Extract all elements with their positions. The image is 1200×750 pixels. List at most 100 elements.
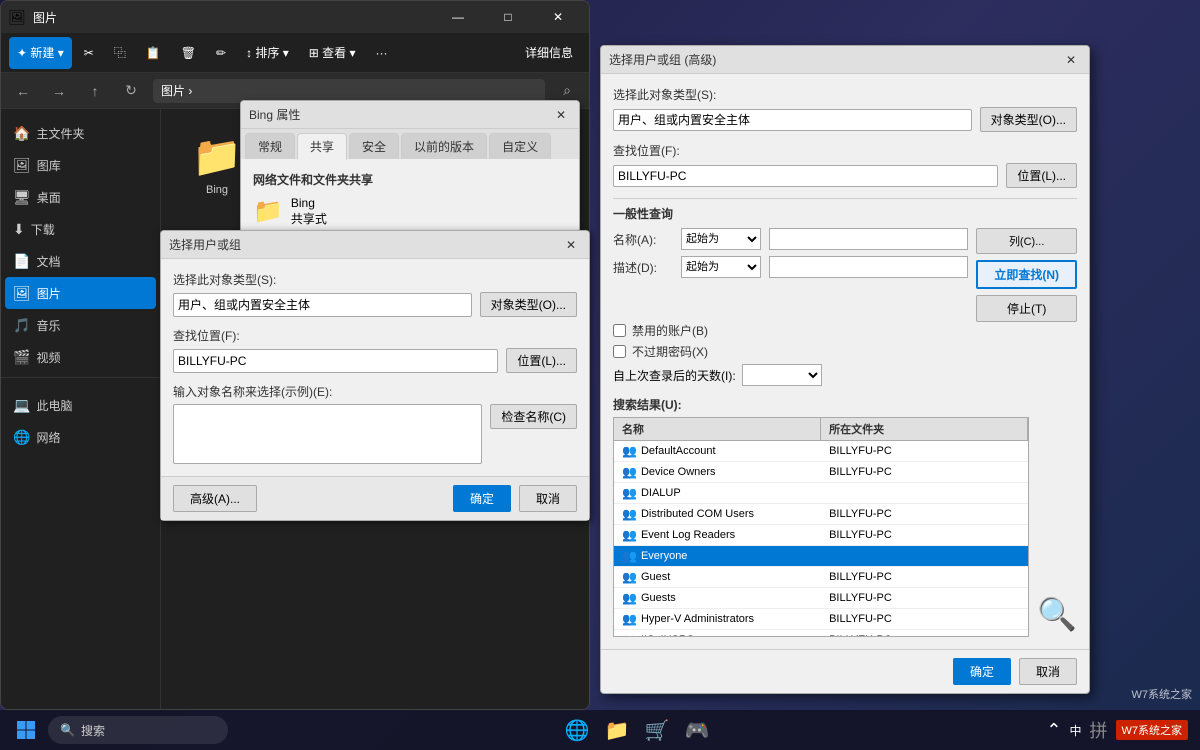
taskbar-pinyin-icon[interactable]: 拼 (1090, 717, 1108, 743)
sidebar-item-home[interactable]: 🏠 主文件夹 (5, 117, 156, 149)
sidebar-item-videos[interactable]: 🎬 视频 (5, 341, 156, 373)
taskbar-search-box[interactable]: 🔍 搜索 (48, 716, 228, 744)
adv-ok-button[interactable]: 确定 (953, 658, 1011, 685)
back-button[interactable]: ← (9, 77, 37, 105)
tab-customize[interactable]: 自定义 (489, 133, 551, 159)
taskbar-app-store[interactable]: 🛒 (639, 712, 675, 748)
columns-button[interactable]: 列(C)... (976, 228, 1077, 254)
obj-type-input[interactable] (173, 293, 472, 317)
group-icon-8: 👥 (622, 612, 637, 626)
sidebar-item-thispc[interactable]: 💻 此电脑 (5, 389, 156, 421)
result-row-5[interactable]: 👥 Everyone (614, 546, 1028, 567)
ok-button[interactable]: 确定 (453, 485, 511, 512)
adv-obj-type-input[interactable] (613, 109, 972, 131)
general-query-section: 一般性查询 名称(A): 起始为 描述(D): (613, 205, 1077, 386)
check-names-button[interactable]: 检查名称(C) (490, 404, 577, 429)
new-button[interactable]: ✦ 新建 ▾ (9, 37, 72, 69)
up-button[interactable]: ↑ (81, 77, 109, 105)
home-icon: 🏠 (13, 125, 30, 142)
bing-dialog-close[interactable]: ✕ (551, 105, 571, 125)
sidebar-item-network[interactable]: 🌐 网络 (5, 421, 156, 453)
adv-location-input[interactable] (613, 165, 998, 187)
name-filter-input[interactable] (769, 228, 968, 250)
desc-filter-select[interactable]: 起始为 (681, 256, 761, 278)
adv-location-button[interactable]: 位置(L)... (1006, 163, 1077, 188)
result-row-2[interactable]: 👥 DIALUP (614, 483, 1028, 504)
result-name-0: 👥 DefaultAccount (614, 441, 821, 461)
result-row-9[interactable]: 👥 IIS_IUSRS BILLYFU-PC (614, 630, 1028, 637)
disabled-accounts-checkbox[interactable] (613, 324, 626, 337)
result-row-1[interactable]: 👥 Device Owners BILLYFU-PC (614, 462, 1028, 483)
taskbar-app-game[interactable]: 🎮 (679, 712, 715, 748)
bing-properties-dialog: Bing 属性 ✕ 常规 共享 安全 以前的版本 自定义 网络文件和文件夹共享 … (240, 100, 580, 248)
delete-button[interactable]: 🗑 (173, 37, 204, 69)
advanced-dialog-footer: 确定 取消 (601, 649, 1089, 693)
result-row-7[interactable]: 👥 Guests BILLYFU-PC (614, 588, 1028, 609)
close-button[interactable]: ✕ (535, 1, 581, 33)
explorer-toolbar: ✦ 新建 ▾ ✂ ⿻ 📋 🗑 ✏ ↕ 排序 ▾ ⊞ 查看 ▾ ··· 详细信息 (1, 33, 589, 73)
no-expire-password-checkbox[interactable] (613, 345, 626, 358)
advanced-button[interactable]: 高级(A)... (173, 485, 257, 512)
tab-share[interactable]: 共享 (297, 133, 347, 160)
result-row-3[interactable]: 👥 Distributed COM Users BILLYFU-PC (614, 504, 1028, 525)
view-button[interactable]: ⊞ 查看 ▾ (301, 37, 364, 69)
results-col-folder: 所在文件夹 (821, 418, 1028, 440)
search-now-button[interactable]: 立即查找(N) (976, 260, 1077, 289)
sidebar-item-documents[interactable]: 📄 文档 (5, 245, 156, 277)
network-icon: 🌐 (13, 429, 30, 446)
sort-button[interactable]: ↕ 排序 ▾ (238, 37, 297, 69)
bing-dialog-tabs: 常规 共享 安全 以前的版本 自定义 (241, 129, 579, 159)
name-filter-select[interactable]: 起始为 (681, 228, 761, 250)
paste-button[interactable]: 📋 (138, 37, 169, 69)
obj-type-button[interactable]: 对象类型(O)... (480, 292, 577, 317)
taskbar-app-explorer[interactable]: 📁 (599, 712, 635, 748)
tab-security[interactable]: 安全 (349, 133, 399, 159)
object-name-textarea[interactable] (173, 404, 482, 464)
sidebar-item-downloads[interactable]: ⬇ 下载 (5, 213, 156, 245)
bing-dialog-title: Bing 属性 (249, 106, 551, 123)
more-button[interactable]: ··· (368, 37, 396, 69)
taskbar-sys-icons[interactable]: ⌃ (1046, 720, 1061, 741)
cut-button[interactable]: ✂ (76, 37, 102, 69)
sidebar-item-desktop[interactable]: 🖥 桌面 (5, 181, 156, 213)
advanced-dialog-close[interactable]: ✕ (1061, 50, 1081, 70)
adv-obj-type-button[interactable]: 对象类型(O)... (980, 107, 1077, 132)
cancel-button[interactable]: 取消 (519, 485, 577, 512)
window-controls: — □ ✕ (435, 1, 581, 33)
thispc-icon: 💻 (13, 397, 30, 414)
sidebar-item-label: 文档 (36, 253, 60, 270)
result-folder-5 (821, 546, 1028, 566)
minimize-button[interactable]: — (435, 1, 481, 33)
tab-general[interactable]: 常规 (245, 133, 295, 159)
select-user-close[interactable]: ✕ (561, 235, 581, 255)
sidebar-item-pictures[interactable]: 🖼 图片 (5, 277, 156, 309)
result-name-8: 👥 Hyper-V Administrators (614, 609, 821, 629)
share-info: Bing 共享式 (291, 196, 327, 227)
maximize-button[interactable]: □ (485, 1, 531, 33)
location-button[interactable]: 位置(L)... (506, 348, 577, 373)
refresh-button[interactable]: ↻ (117, 77, 145, 105)
result-row-0[interactable]: 👥 DefaultAccount BILLYFU-PC (614, 441, 1028, 462)
rename-button[interactable]: ✏ (208, 37, 234, 69)
taskbar-lang[interactable]: 中 (1069, 722, 1081, 739)
result-row-6[interactable]: 👥 Guest BILLYFU-PC (614, 567, 1028, 588)
address-path[interactable]: 图片 › (153, 79, 545, 103)
days-select[interactable] (742, 364, 822, 386)
result-row-4[interactable]: 👥 Event Log Readers BILLYFU-PC (614, 525, 1028, 546)
copy-button[interactable]: ⿻ (106, 37, 134, 69)
no-expire-label: 不过期密码(X) (632, 343, 708, 360)
adv-cancel-button[interactable]: 取消 (1019, 658, 1077, 685)
start-button[interactable] (8, 712, 44, 748)
tab-previous[interactable]: 以前的版本 (401, 133, 487, 159)
sidebar-item-gallery[interactable]: 🖼 图库 (5, 149, 156, 181)
detail-button[interactable]: 详细信息 (517, 37, 581, 69)
sidebar-item-music[interactable]: 🎵 音乐 (5, 309, 156, 341)
group-icon-1: 👥 (622, 465, 637, 479)
stop-button[interactable]: 停止(T) (976, 295, 1077, 322)
shared-folder-icon: 📁 (253, 197, 283, 226)
desc-filter-input[interactable] (769, 256, 968, 278)
result-row-8[interactable]: 👥 Hyper-V Administrators BILLYFU-PC (614, 609, 1028, 630)
location-input[interactable] (173, 349, 498, 373)
taskbar-app-edge[interactable]: 🌐 (559, 712, 595, 748)
forward-button[interactable]: → (45, 77, 73, 105)
